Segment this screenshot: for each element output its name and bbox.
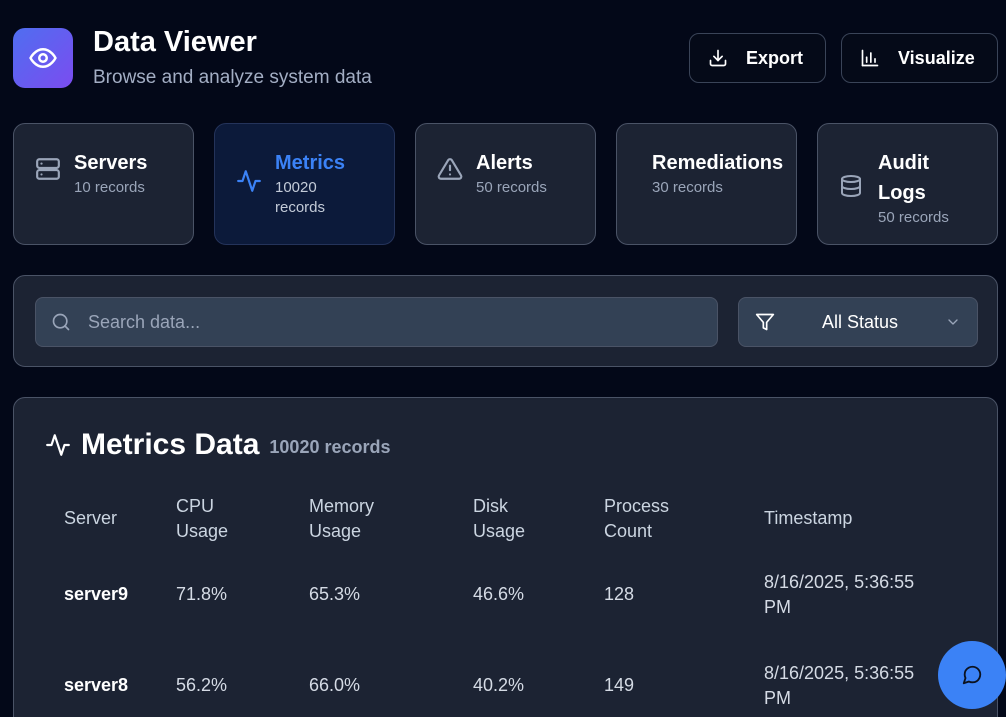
metrics-data-panel: Metrics Data 10020 records Server CPU Us… <box>13 397 998 717</box>
table-cell-server: server9 <box>64 584 129 604</box>
table-cell-memory: 65.3% <box>309 584 361 604</box>
data-panel-title: Metrics Data <box>81 428 260 461</box>
search-panel: All Status <box>13 275 998 367</box>
table-cell-disk: 40.2% <box>473 675 525 695</box>
activity-icon <box>237 170 261 192</box>
table-cell-cpu: 56.2% <box>176 675 228 695</box>
chat-button[interactable] <box>938 641 1006 709</box>
chevron-down-icon <box>948 319 958 325</box>
search-input[interactable] <box>88 311 648 333</box>
status-filter-value: All Status <box>821 311 899 332</box>
table-cell-process-count: 128 <box>604 584 635 604</box>
visualize-button-label: Visualize <box>898 47 975 68</box>
column-header-cpu-usage[interactable]: CPU Usage <box>176 494 266 544</box>
category-card-remediations[interactable]: Remediations 30 records <box>616 123 797 245</box>
table-cell-server: server8 <box>64 675 129 695</box>
column-header-timestamp[interactable]: Timestamp <box>764 506 852 531</box>
table-cell-disk: 46.6% <box>473 584 525 604</box>
category-title: Remediations <box>652 152 784 174</box>
bar-chart-icon <box>861 49 879 67</box>
column-header-memory-usage[interactable]: Memory Usage <box>309 494 399 544</box>
column-header-disk-usage[interactable]: Disk Usage <box>473 494 553 544</box>
activity-icon <box>46 434 70 456</box>
data-viewer-page: Data Viewer Browse and analyze system da… <box>0 0 1006 717</box>
export-button-label: Export <box>746 47 804 68</box>
category-card-servers[interactable]: Servers 10 records <box>13 123 194 245</box>
table-cell-timestamp: 8/16/2025, 5:36:55 PM <box>764 663 915 708</box>
category-card-audit-logs[interactable]: Audit Logs 50 records <box>817 123 998 245</box>
column-header-process-count[interactable]: Process Count <box>604 494 684 544</box>
table-cell-memory: 66.0% <box>309 675 361 695</box>
filter-icon <box>755 313 775 331</box>
status-filter-select[interactable]: All Status <box>738 297 978 347</box>
column-header-server[interactable]: Server <box>64 506 117 531</box>
category-count: 30 records <box>652 179 723 196</box>
category-title: Servers <box>74 152 148 174</box>
eye-icon <box>29 48 57 68</box>
message-circle-icon <box>962 665 982 685</box>
category-title: Audit Logs <box>878 152 930 204</box>
app-title: Data Viewer <box>93 26 257 58</box>
database-icon <box>841 175 861 197</box>
category-count: 10020 records <box>275 179 326 216</box>
app-logo <box>13 28 73 88</box>
search-icon <box>52 313 70 331</box>
alert-triangle-icon <box>437 158 463 180</box>
data-panel-header: Metrics Data 10020 records <box>45 428 391 462</box>
export-button[interactable]: Export <box>689 33 826 83</box>
category-count: 50 records <box>476 179 547 196</box>
category-card-metrics[interactable]: Metrics 10020 records <box>214 123 395 245</box>
category-title: Metrics <box>275 152 346 174</box>
server-icon <box>36 158 60 180</box>
app-subtitle: Browse and analyze system data <box>93 67 372 88</box>
category-count: 50 records <box>878 209 949 226</box>
category-count: 10 records <box>74 179 145 196</box>
download-icon <box>709 49 727 67</box>
visualize-button[interactable]: Visualize <box>841 33 998 83</box>
table-cell-process-count: 149 <box>604 675 635 695</box>
search-box[interactable] <box>35 297 718 347</box>
data-panel-count: 10020 records <box>269 436 391 457</box>
table-cell-cpu: 71.8% <box>176 584 228 604</box>
table-cell-timestamp: 8/16/2025, 5:36:55 PM <box>764 572 915 617</box>
category-card-alerts[interactable]: Alerts 50 records <box>415 123 596 245</box>
category-title: Alerts <box>476 152 533 174</box>
